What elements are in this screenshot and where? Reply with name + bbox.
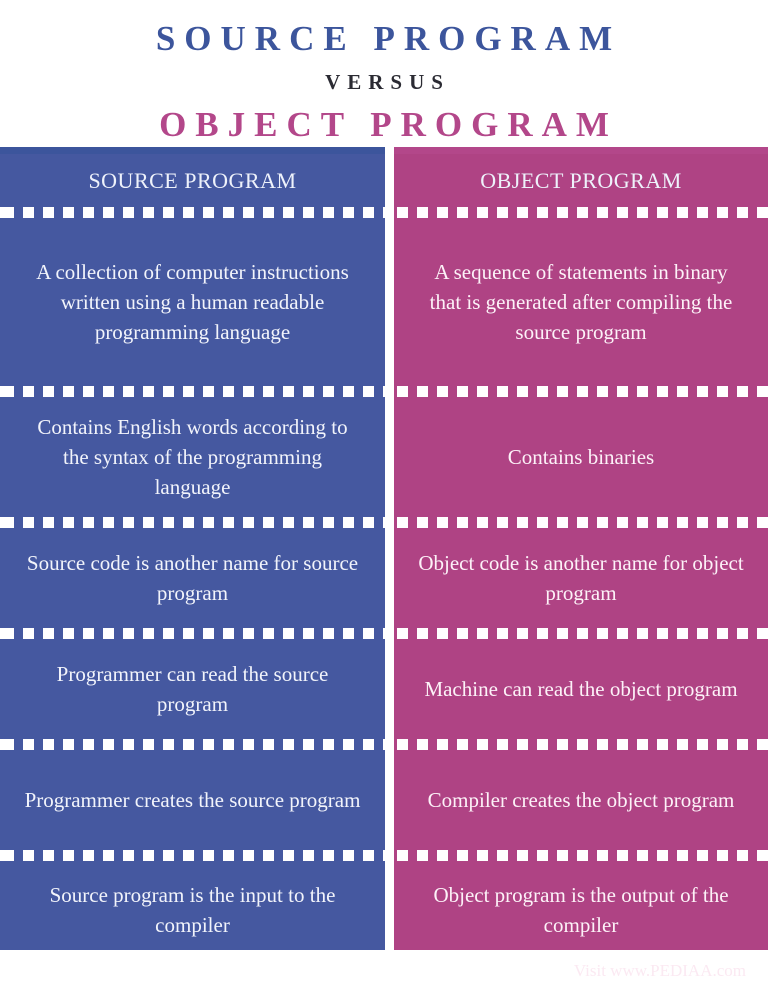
table-cell: Programmer can read the source program [56,662,329,716]
table-cell: Contains binaries [507,445,655,469]
table-cell: Source code is another name for source p… [26,551,359,605]
dashed-separator [394,628,768,639]
dashed-separator [0,517,385,528]
column-header-object-program: OBJECT PROGRAM [480,167,682,193]
dashed-separator [394,739,768,750]
column-accent-bar-right [394,147,768,154]
table-cell: Object program is the output of the comp… [433,883,729,937]
site-credit: Visit www.PEDIAA.com [573,961,746,980]
dashed-separator [394,207,768,218]
page-title-versus: VERSUS [325,70,450,94]
table-cell: A collection of computer instructions wr… [36,260,349,344]
table-cell: Contains English words according to the … [37,415,348,499]
comparison-table: SOURCE PROGRAM A collection of computer … [0,147,768,980]
table-cell: Programmer creates the source program [24,788,361,812]
title-block: SOURCE PROGRAM VERSUS OBJECT PROGRAM [0,0,768,147]
column-header-source-program: SOURCE PROGRAM [88,167,297,193]
table-cell: Compiler creates the object program [427,788,735,812]
comparison-column-object-program: OBJECT PROGRAM A sequence of statements … [394,147,768,980]
dashed-separator [0,628,385,639]
dashed-separator [0,850,385,861]
dashed-separator [394,386,768,397]
dashed-separator [0,739,385,750]
table-cell: Object code is another name for object p… [418,551,744,605]
dashed-separator [0,207,385,218]
page-title-object-program: OBJECT PROGRAM [159,105,618,144]
table-cell: Source program is the input to the compi… [49,883,336,937]
dashed-separator [0,386,385,397]
table-cell: Machine can read the object program [424,677,738,701]
table-cell: A sequence of statements in binary that … [429,260,733,344]
column-accent-bar-left [0,147,385,154]
comparison-column-source-program: SOURCE PROGRAM A collection of computer … [0,147,385,950]
dashed-separator [394,517,768,528]
page-title-source-program: SOURCE PROGRAM [155,19,622,58]
dashed-separator [394,850,768,861]
